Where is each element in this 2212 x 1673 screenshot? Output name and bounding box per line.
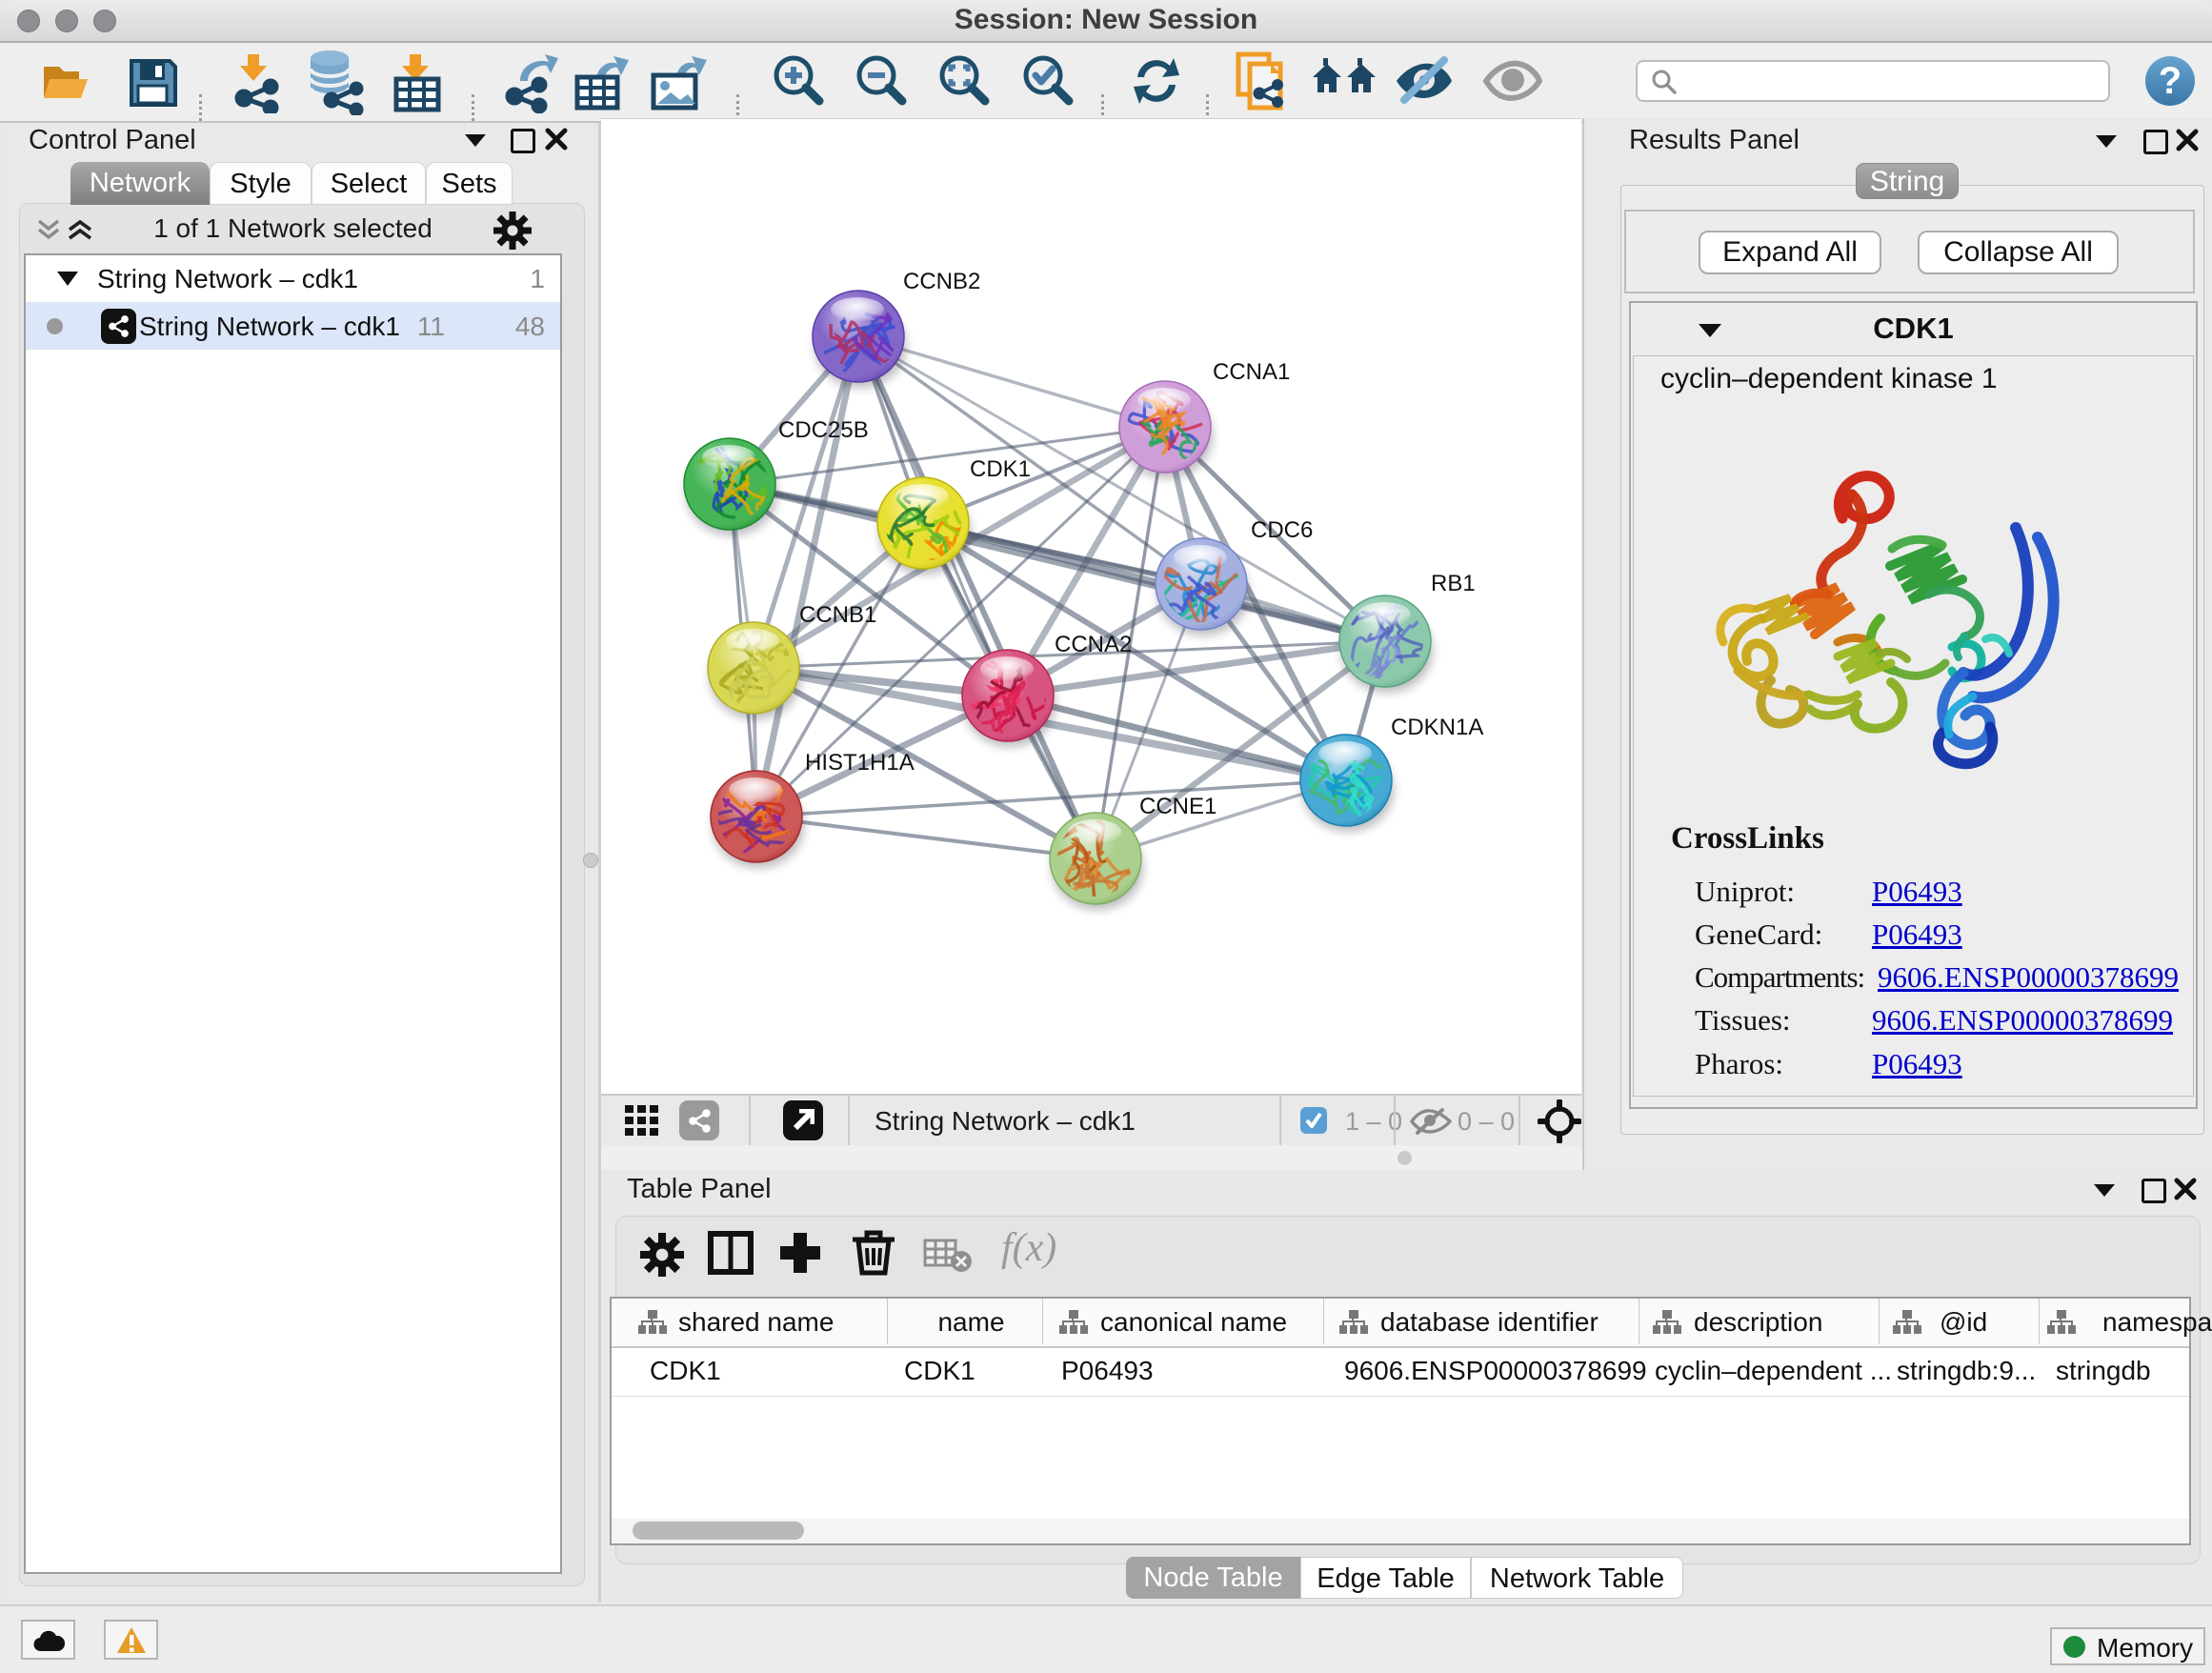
svg-text:CCNA1: CCNA1 [1213,359,1290,385]
svg-text:CCNE1: CCNE1 [1139,794,1217,819]
svg-text:CCNB2: CCNB2 [903,269,980,294]
svg-text:RB1: RB1 [1431,571,1476,596]
svg-text:CDK1: CDK1 [970,456,1031,482]
svg-text:CDKN1A: CDKN1A [1391,715,1483,740]
svg-text:CCNB1: CCNB1 [799,602,876,628]
svg-text:CDC6: CDC6 [1251,517,1313,543]
svg-text:HIST1H1A: HIST1H1A [805,750,915,776]
svg-text:CDC25B: CDC25B [778,417,869,443]
svg-text:CCNA2: CCNA2 [1055,632,1132,657]
